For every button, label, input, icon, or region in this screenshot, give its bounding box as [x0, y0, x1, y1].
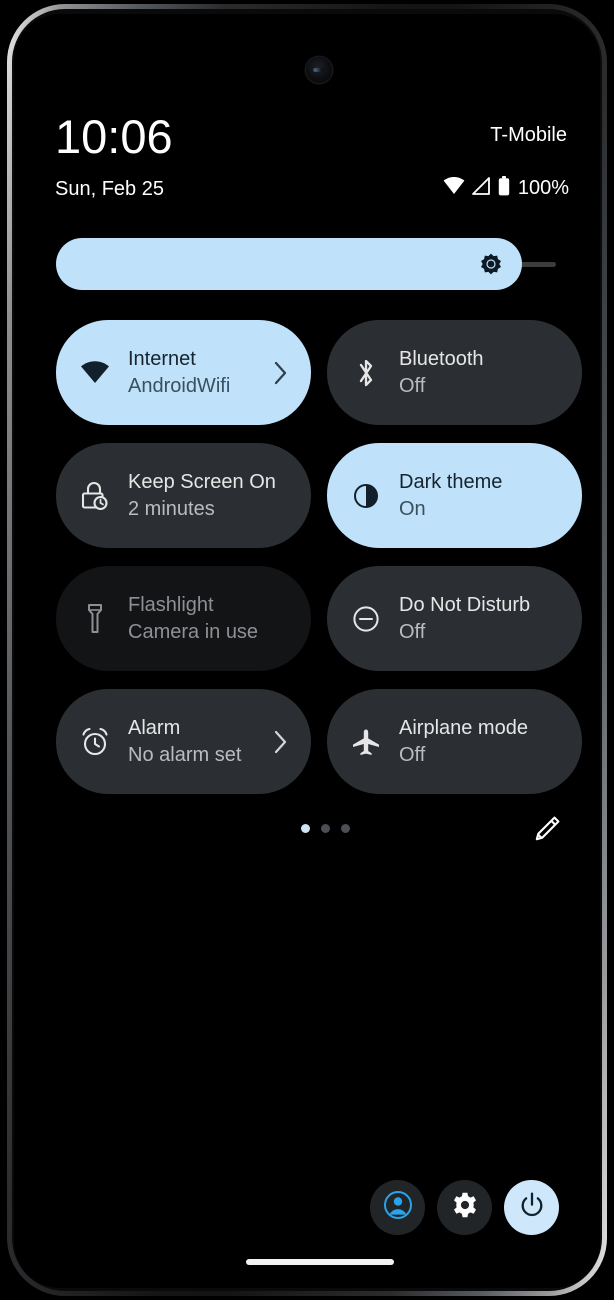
edit-tiles-button[interactable]	[533, 815, 561, 843]
screenshot-root: 10:06 T-Mobile Sun, Feb 25 100%	[0, 0, 614, 1300]
tile-title: Flashlight	[128, 592, 258, 619]
phone-screen: 10:06 T-Mobile Sun, Feb 25 100%	[14, 14, 600, 1288]
battery-icon	[498, 176, 510, 201]
battery-percent-label: 100%	[518, 177, 569, 200]
lock-clock-icon	[78, 479, 112, 513]
tile-subtitle: 2 minutes	[128, 496, 276, 523]
quick-settings-tiles: Internet AndroidWifi Bluetooth Off	[56, 320, 558, 794]
power-icon	[518, 1191, 546, 1224]
tile-subtitle: On	[399, 496, 502, 523]
flashlight-icon	[78, 602, 112, 636]
bluetooth-icon	[349, 356, 383, 390]
airplane-icon	[349, 725, 383, 759]
tile-title: Do Not Disturb	[399, 592, 530, 619]
tile-subtitle: Camera in use	[128, 619, 258, 646]
brightness-slider-fill	[56, 238, 522, 290]
brightness-slider-remaining-track	[516, 262, 556, 267]
tile-dark-theme[interactable]: Dark theme On	[327, 443, 582, 548]
tile-subtitle: No alarm set	[128, 742, 241, 769]
bottom-action-bar	[370, 1180, 559, 1235]
tile-text: Airplane mode Off	[399, 715, 528, 769]
gear-icon	[451, 1191, 479, 1224]
tile-airplane-mode[interactable]: Airplane mode Off	[327, 689, 582, 794]
tile-text: Internet AndroidWifi	[128, 346, 230, 400]
tile-alarm[interactable]: Alarm No alarm set	[56, 689, 311, 794]
tile-subtitle: Off	[399, 742, 528, 769]
page-indicator[interactable]	[301, 824, 350, 833]
tile-internet[interactable]: Internet AndroidWifi	[56, 320, 311, 425]
tile-title: Alarm	[128, 715, 241, 742]
chevron-right-icon[interactable]	[273, 729, 289, 755]
brightness-icon	[479, 252, 503, 276]
page-dot-3[interactable]	[341, 824, 350, 833]
status-bar-clock: 10:06	[55, 111, 173, 163]
tile-do-not-disturb[interactable]: Do Not Disturb Off	[327, 566, 582, 671]
tile-text: Do Not Disturb Off	[399, 592, 530, 646]
tile-subtitle: Off	[399, 619, 530, 646]
tile-text: Flashlight Camera in use	[128, 592, 258, 646]
wifi-icon	[443, 177, 465, 200]
brightness-slider[interactable]	[56, 238, 556, 290]
dark-theme-icon	[349, 479, 383, 513]
do-not-disturb-icon	[349, 602, 383, 636]
status-bar-date: Sun, Feb 25	[55, 178, 164, 201]
tile-text: Alarm No alarm set	[128, 715, 241, 769]
page-dot-1[interactable]	[301, 824, 310, 833]
tile-subtitle: Off	[399, 373, 484, 400]
tile-title: Dark theme	[399, 469, 502, 496]
page-dot-2[interactable]	[321, 824, 330, 833]
wifi-icon	[78, 356, 112, 390]
alarm-icon	[78, 725, 112, 759]
tile-text: Dark theme On	[399, 469, 502, 523]
settings-button[interactable]	[437, 1180, 492, 1235]
gesture-navigation-pill[interactable]	[246, 1259, 394, 1265]
tile-title: Bluetooth	[399, 346, 484, 373]
tile-title: Keep Screen On	[128, 469, 276, 496]
user-account-button[interactable]	[370, 1180, 425, 1235]
tile-flashlight[interactable]: Flashlight Camera in use	[56, 566, 311, 671]
tile-bluetooth[interactable]: Bluetooth Off	[327, 320, 582, 425]
tile-title: Internet	[128, 346, 230, 373]
brightness-slider-track[interactable]	[56, 238, 556, 290]
tile-title: Airplane mode	[399, 715, 528, 742]
tile-keep-screen-on[interactable]: Keep Screen On 2 minutes	[56, 443, 311, 548]
power-button[interactable]	[504, 1180, 559, 1235]
user-avatar-icon	[383, 1190, 413, 1225]
tile-subtitle: AndroidWifi	[128, 373, 230, 400]
chevron-right-icon[interactable]	[273, 360, 289, 386]
tile-text: Bluetooth Off	[399, 346, 484, 400]
front-camera-punch-hole	[306, 57, 332, 83]
cellular-signal-icon	[472, 177, 491, 200]
status-bar-icons: 100%	[443, 176, 569, 201]
status-bar-carrier: T-Mobile	[490, 124, 567, 147]
tile-text: Keep Screen On 2 minutes	[128, 469, 276, 523]
